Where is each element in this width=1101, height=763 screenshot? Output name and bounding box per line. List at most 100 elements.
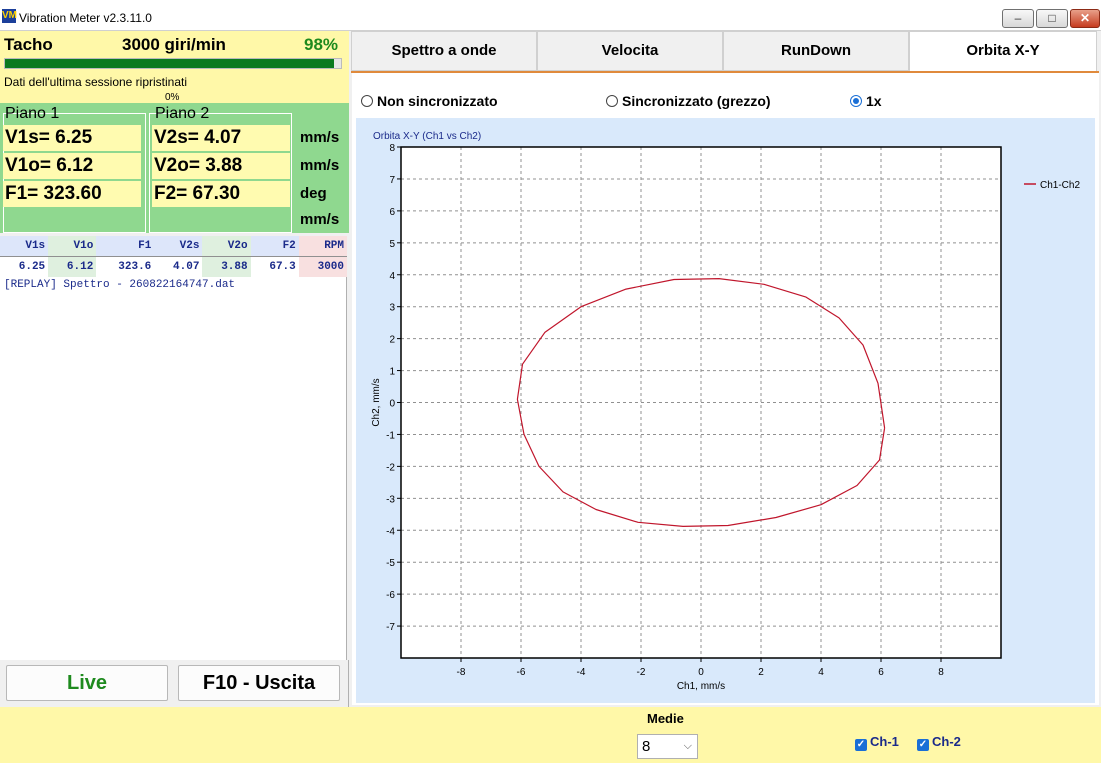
plane1-label: Piano 1: [5, 105, 60, 122]
live-button[interactable]: Live: [6, 665, 168, 701]
ch1-label: Ch-1: [870, 734, 899, 749]
window-title: Vibration Meter v2.3.11.0: [19, 11, 152, 25]
ch1-checkbox[interactable]: ✓ Ch-1: [855, 734, 899, 751]
radio-icon: [361, 95, 373, 107]
left-button-bar: Live F10 - Uscita: [0, 660, 349, 707]
radio-selected-icon: [850, 95, 862, 107]
x-tick-label: 6: [878, 667, 884, 678]
ch2-label: Ch-2: [932, 734, 961, 749]
maximize-button[interactable]: □: [1036, 9, 1068, 28]
x-tick-label: -2: [637, 667, 646, 678]
tab-rundown[interactable]: RunDown: [723, 31, 909, 71]
tab-spettro-a-onde[interactable]: Spettro a onde: [351, 31, 537, 71]
tab-velocita[interactable]: Velocita: [537, 31, 723, 71]
radio-sincronizzato-grezzo[interactable]: Sincronizzato (grezzo): [606, 93, 771, 109]
unit-label: mm/s: [300, 211, 340, 228]
log-list[interactable]: [REPLAY] Spettro - 260822164747.dat: [0, 277, 347, 660]
y-tick-label: -7: [386, 622, 395, 633]
radio-1x[interactable]: 1x: [850, 93, 882, 109]
chart-title: Orbita X-Y (Ch1 vs Ch2): [373, 131, 481, 142]
close-button[interactable]: ✕: [1070, 9, 1100, 28]
y-tick-label: -5: [386, 558, 395, 569]
checkbox-checked-icon: ✓: [855, 739, 867, 751]
y-tick-label: 1: [389, 367, 395, 378]
sync-mode-group: Non sincronizzato Sincronizzato (grezzo)…: [352, 73, 1099, 113]
status-message: Dati dell'ultima sessione ripristinati: [4, 75, 188, 89]
y-tick-label: -4: [386, 526, 395, 537]
medie-label: Medie: [647, 711, 684, 726]
y-tick-label: 6: [389, 207, 395, 218]
table-header: V2o: [202, 236, 251, 257]
radio-label: Sincronizzato (grezzo): [622, 93, 771, 109]
tacho-percent: 98%: [304, 35, 339, 54]
tacho-label: Tacho: [4, 35, 53, 54]
y-tick-label: 0: [389, 399, 395, 410]
medie-select[interactable]: 8 ⌵: [637, 734, 698, 759]
y-tick-label: 4: [389, 271, 395, 282]
y-tick-label: -6: [386, 590, 395, 601]
ch2-checkbox[interactable]: ✓ Ch-2: [917, 734, 961, 751]
orbit-chart-area: -8 -6 -4 -2 0 2 4 6 8 8 7 6 5 4 3 2 1 0 -1 -2 -3 -4 -5 -6 -7 Orbi…: [352, 113, 1099, 705]
x-tick-label: -4: [577, 667, 586, 678]
unit-label: mm/s: [300, 129, 340, 146]
tab-bar: Spettro a onde Velocita RunDown Orbita X…: [351, 31, 1101, 71]
radio-non-sincronizzato[interactable]: Non sincronizzato: [361, 93, 498, 109]
checkbox-checked-icon: ✓: [917, 739, 929, 751]
x-tick-label: 4: [818, 667, 824, 678]
f1-value: F1= 323.60: [3, 181, 141, 207]
radio-icon: [606, 95, 618, 107]
table-header: F1: [96, 236, 155, 257]
minimize-icon: –: [1014, 11, 1022, 25]
y-tick-label: -3: [386, 494, 395, 505]
table-header: V1o: [48, 236, 97, 257]
y-tick-label: 7: [389, 175, 395, 186]
tab-orbita-xy[interactable]: Orbita X-Y: [909, 31, 1097, 71]
table-header: V1s: [0, 236, 49, 257]
table-header: V2s: [154, 236, 203, 257]
bottom-bar: Medie 8 ⌵ ✓ Ch-1 ✓ Ch-2: [0, 707, 1101, 763]
orbit-chart: -8 -6 -4 -2 0 2 4 6 8 8 7 6 5 4 3 2 1 0 -1 -2 -3 -4 -5 -6 -7 Orbi…: [371, 131, 1080, 692]
minimize-button[interactable]: –: [1002, 9, 1034, 28]
x-tick-label: 8: [938, 667, 944, 678]
radio-label: 1x: [866, 93, 882, 109]
table-cell: 6.12: [48, 256, 97, 277]
table-header-row: V1s V1o F1 V2s V2o F2 RPM: [0, 236, 347, 257]
radio-label: Non sincronizzato: [377, 93, 498, 109]
v1s-value: V1s= 6.25: [3, 125, 141, 151]
x-tick-label: 2: [758, 667, 764, 678]
v2o-value: V2o= 3.88: [152, 153, 290, 179]
y-tick-label: -2: [386, 462, 395, 473]
table-header: F2: [250, 236, 299, 257]
v2s-value: V2s= 4.07: [152, 125, 290, 151]
table-cell: 6.25: [0, 256, 49, 277]
table-cell: 3000: [298, 256, 347, 277]
app-logo-icon: VM: [2, 9, 17, 23]
tacho-progress-bar: [4, 58, 342, 69]
tacho-progress-fill: [5, 59, 335, 68]
summary-table: V1s V1o F1 V2s V2o F2 RPM 6.25 6.12 323.…: [0, 236, 347, 277]
exit-button[interactable]: F10 - Uscita: [178, 665, 340, 701]
x-tick-label: -6: [517, 667, 526, 678]
unit-label: mm/s: [300, 157, 340, 174]
tacho-panel: Tacho 3000 giri/min 98% Dati dell'ultima…: [0, 31, 349, 103]
table-cell: 3.88: [202, 256, 251, 277]
app-window: VM Vibration Meter v2.3.11.0 – □ ✕ Tacho…: [0, 0, 1101, 763]
table-cell: 67.3: [250, 256, 299, 277]
x-tick-label: -8: [457, 667, 466, 678]
y-tick-label: 8: [389, 143, 395, 154]
close-icon: ✕: [1079, 11, 1091, 25]
plane2-label: Piano 2: [155, 105, 210, 122]
y-tick-label: 3: [389, 303, 395, 314]
chevron-down-icon: ⌵: [683, 740, 692, 752]
table-header: RPM: [298, 236, 347, 257]
log-entry: [REPLAY] Spettro - 260822164747.dat: [4, 279, 236, 291]
y-axis-label: Ch2, mm/s: [371, 378, 382, 426]
title-bar: VM Vibration Meter v2.3.11.0 – □ ✕: [0, 0, 1101, 31]
tacho-rpm-value: 3000 giri/min: [122, 35, 226, 54]
table-cell: 4.07: [154, 256, 203, 277]
sub-progress-percent: 0%: [165, 92, 180, 103]
legend-label: Ch1-Ch2: [1040, 180, 1080, 191]
f2-value: F2= 67.30: [152, 181, 290, 207]
y-tick-label: 2: [389, 335, 395, 346]
maximize-icon: □: [1048, 11, 1056, 25]
